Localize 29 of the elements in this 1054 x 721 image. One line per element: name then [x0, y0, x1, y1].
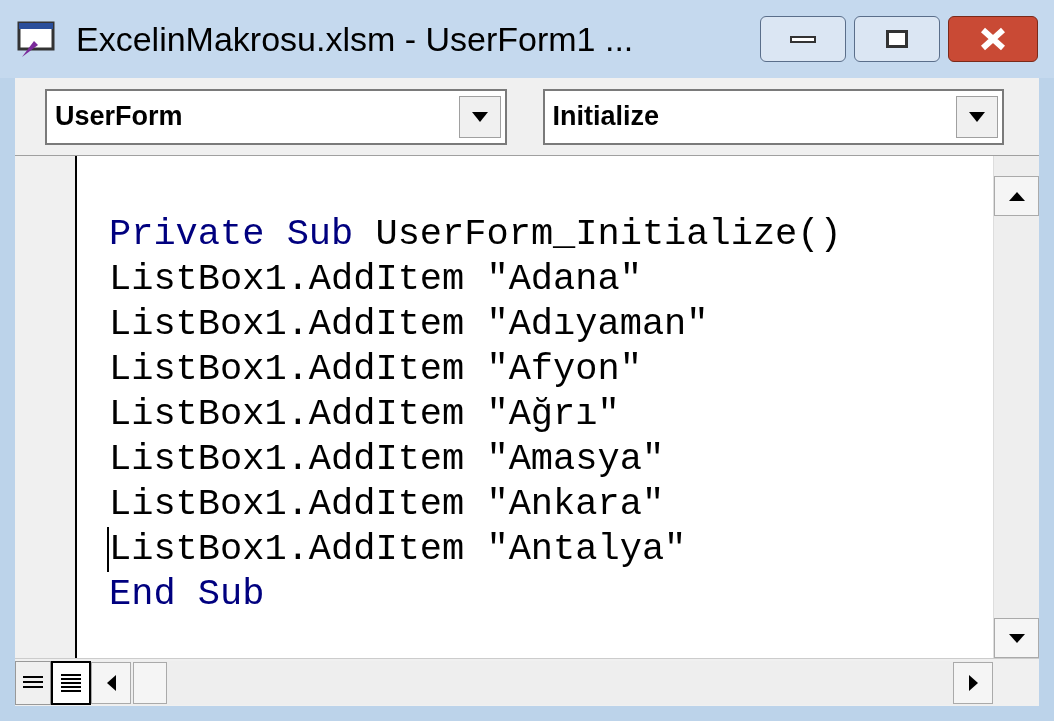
- scroll-thumb[interactable]: [133, 661, 167, 704]
- code-line: ListBox1.AddItem "Antalya": [107, 527, 687, 572]
- code-line: ListBox1.AddItem "Ağrı": [109, 392, 620, 437]
- left-arrow-icon: [106, 674, 116, 691]
- code-line: Private Sub UserForm_Initialize(): [109, 212, 842, 257]
- code-line: ListBox1.AddItem "Amasya": [109, 437, 665, 482]
- full-module-view-button[interactable]: [51, 660, 91, 705]
- vertical-scrollbar[interactable]: [993, 156, 1039, 658]
- up-arrow-icon: [1008, 191, 1025, 201]
- dropdown[interactable]: UserForm: [45, 88, 507, 145]
- maximize-button[interactable]: [854, 16, 940, 62]
- lines-icon: [22, 674, 44, 691]
- horizontal-scrollbar[interactable]: [91, 660, 993, 705]
- procedure-view-button[interactable]: [15, 660, 51, 705]
- right-arrow-icon: [968, 674, 978, 691]
- dropdown[interactable]: Initialize: [542, 88, 1004, 145]
- close-button[interactable]: [948, 16, 1038, 62]
- close-icon: [979, 27, 1007, 51]
- code-line: ListBox1.AddItem "Adıyaman": [109, 302, 709, 347]
- code-line: ListBox1.AddItem "Ankara": [109, 482, 665, 527]
- lines-icon: [60, 672, 82, 693]
- down-arrow-icon: [1008, 633, 1025, 643]
- caret-icon: [969, 111, 985, 122]
- code-line: ListBox1.AddItem "Adana": [109, 257, 642, 302]
- minimize-button[interactable]: [760, 16, 846, 62]
- window-title: ExcelinMakrosu.xlsm - UserForm1 ...: [76, 18, 634, 60]
- code-line: End Sub: [109, 572, 265, 617]
- code-line: ListBox1.AddItem "Afyon": [109, 347, 642, 392]
- caret-icon: [471, 111, 488, 122]
